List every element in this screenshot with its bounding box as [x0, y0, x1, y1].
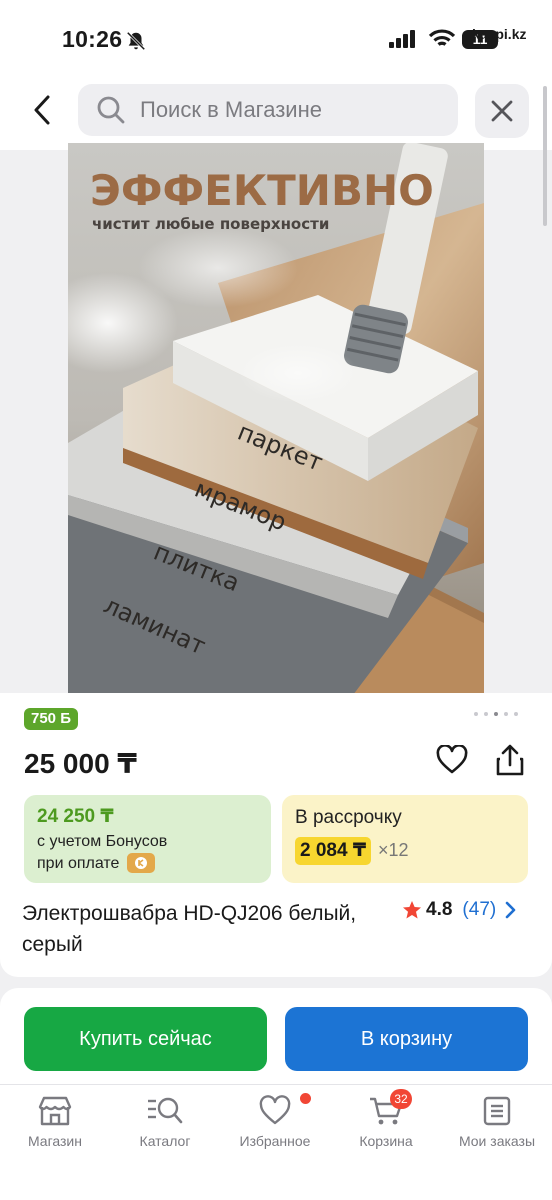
installment-label: В рассрочку	[295, 807, 402, 828]
image-subline: чистит любые поверхности	[92, 215, 329, 233]
reviews-link[interactable]: (47)	[462, 899, 496, 921]
rating[interactable]: 4.8 (47)	[402, 899, 516, 921]
installment-multiplier: ×12	[378, 840, 409, 860]
close-button[interactable]	[475, 84, 529, 138]
tab-label: Магазин	[27, 1133, 82, 1149]
tab-favorites[interactable]: Избранное	[220, 1093, 330, 1161]
cellular-signal-icon	[389, 30, 415, 48]
tab-bar: Магазин Каталог Избранное 32 Корзина Мои…	[0, 1084, 552, 1200]
catalog-search-icon	[148, 1097, 183, 1124]
product-details: 750 Б 25 000 ₸ 24 250 ₸ с учетом Бонусов…	[0, 693, 552, 977]
bonus-price: 24 250 ₸	[37, 806, 114, 827]
bonus-price-card[interactable]: 24 250 ₸ с учетом Бонусов при оплате	[24, 795, 271, 883]
notification-dot	[300, 1093, 311, 1104]
search-box[interactable]	[78, 84, 458, 136]
close-icon	[491, 100, 513, 122]
payment-note: при оплате	[37, 855, 120, 872]
status-bar: 10:26 11 kaspi.kz	[0, 0, 552, 70]
pager-dot-active	[494, 712, 498, 716]
heart-icon	[436, 744, 468, 774]
buy-now-button[interactable]: Купить сейчас	[24, 1007, 267, 1071]
tab-shop[interactable]: Магазин	[0, 1095, 110, 1161]
pager-dot	[484, 712, 488, 716]
price: 25 000 ₸	[24, 748, 137, 779]
orders-icon	[483, 1096, 511, 1126]
tab-catalog[interactable]: Каталог	[110, 1095, 220, 1161]
chevron-right-icon[interactable]	[504, 901, 516, 919]
share-button[interactable]	[494, 743, 526, 782]
rating-value: 4.8	[426, 899, 453, 920]
scroll-indicator[interactable]	[543, 86, 547, 226]
heart-icon	[259, 1095, 291, 1125]
tab-label: Мои заказы	[458, 1133, 536, 1149]
status-time: 10:26	[62, 26, 123, 52]
image-headline: ЭФФЕКТИВНО	[90, 166, 434, 215]
kaspi-pay-icon	[127, 853, 155, 873]
tab-label: Корзина	[359, 1133, 413, 1149]
bonus-note: с учетом Бонусов	[37, 833, 168, 850]
header	[0, 70, 552, 150]
chevron-left-icon	[34, 95, 50, 125]
star-icon	[403, 901, 421, 919]
installment-card[interactable]: В рассрочку 2 084 ₸ ×12	[282, 795, 528, 883]
pager-dot	[474, 712, 478, 716]
store-icon	[38, 1096, 72, 1126]
pager-dot	[504, 712, 508, 716]
product-title: Электрошвабра HD-QJ206 белый, серый	[22, 902, 357, 956]
bell-slash-icon	[126, 31, 146, 51]
search-input[interactable]	[140, 97, 430, 123]
share-icon	[496, 744, 524, 776]
product-image[interactable]: ЭФФЕКТИВНО чистит любые поверхности парк…	[68, 143, 484, 695]
tab-orders[interactable]: Мои заказы	[442, 1095, 552, 1161]
installment-amount: 2 084 ₸	[295, 837, 372, 865]
carrier-label: kaspi.kz	[472, 26, 527, 42]
tab-label: Каталог	[139, 1133, 191, 1149]
product-photo: ЭФФЕКТИВНО чистит любые поверхности парк…	[68, 143, 484, 695]
cart-count-badge: 32	[390, 1089, 412, 1109]
tab-cart[interactable]: 32 Корзина	[331, 1089, 441, 1161]
search-icon	[97, 96, 125, 124]
bonus-badge: 750 Б	[24, 708, 78, 730]
add-to-cart-button[interactable]: В корзину	[285, 1007, 528, 1071]
favorite-button[interactable]	[436, 744, 468, 780]
back-button[interactable]	[24, 88, 60, 132]
pager-dot	[514, 712, 518, 716]
wifi-icon	[428, 29, 456, 46]
tab-label: Избранное	[239, 1133, 311, 1149]
image-pager-dots	[474, 712, 518, 716]
action-bar: Купить сейчас В корзину	[0, 988, 552, 1084]
